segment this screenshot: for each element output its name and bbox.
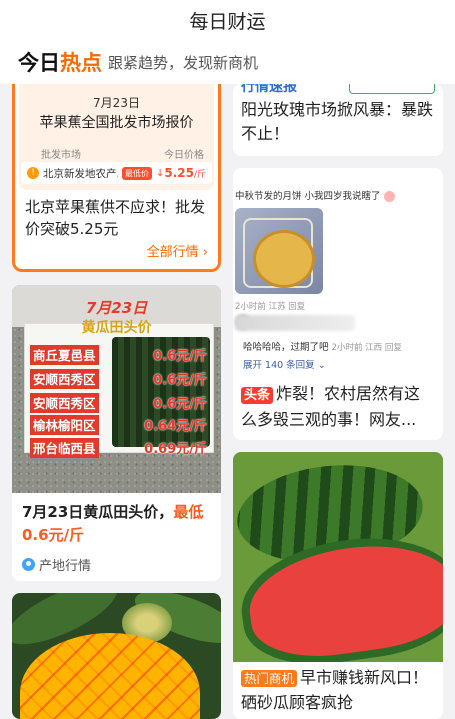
post-header-text: 中秋节发的月饼 小我四岁我说瞎了 (235, 191, 381, 202)
row-price: 0.6元/斤 (153, 397, 207, 412)
location-pin-icon (22, 558, 35, 571)
cucumber-image-date: 7月23日 (85, 299, 148, 317)
expand-replies-link[interactable]: 展开 140 条回复 ⌄ (243, 357, 326, 371)
hot-subtitle: 跟紧趋势，发现新商机 (108, 53, 259, 72)
row-price: 0.64元/斤 (144, 419, 207, 434)
cucumber-image-subtitle: 黄瓜田头价 (81, 320, 152, 336)
chevron-down-icon: ⌄ (317, 360, 326, 371)
chevron-right-icon: › (202, 245, 208, 260)
headline-badge: 头条 (241, 387, 274, 404)
price-title: 苹果蕉全国批发市场报价 (39, 115, 194, 131)
price-unit: /斤 (193, 169, 206, 180)
price-row[interactable]: ! 北京新发地农产... 最低价 ↓ 5.25 /斤 (21, 162, 212, 184)
rose-news-card[interactable]: 行情速报 阳光玫瑰市场掀风暴：暴跌不止！ (233, 84, 443, 156)
cut-mango (20, 633, 200, 719)
down-arrow-icon: ↓ (155, 167, 165, 179)
reply-meta: 2小时前 江西 回复 (331, 343, 402, 353)
all-quotes-link[interactable]: 全部行情 › (147, 241, 208, 260)
watermelon-card[interactable]: 热门商机 早市赚钱新风口！硒砂瓜顾客疯抢 (233, 452, 443, 719)
news-tag: 行情速报 (241, 84, 297, 95)
source-text: 产地行情 (39, 559, 92, 574)
price-list-row: 邢台临西县 0.69元/斤 (30, 438, 207, 458)
cucumber-title: 7月23日黄瓜田头价，最低0.6元/斤 (22, 501, 215, 547)
row-place: 榆林榆阳区 (30, 415, 99, 435)
price-list-row: 榆林榆阳区 0.64元/斤 (30, 415, 207, 435)
hot-title: 今日热点 (18, 47, 102, 77)
post-meta: 2小时前 江苏 回复 (235, 302, 306, 312)
mooncake-title: 头条 炸裂！农村居然有这么多毁三观的事！网友... (241, 382, 435, 432)
mango-card[interactable] (12, 593, 221, 719)
source-label: 产地行情 (22, 555, 91, 574)
hot-opportunity-badge: 热门商机 (241, 670, 298, 687)
tag-outline (349, 84, 435, 94)
emoji-icon (383, 191, 395, 202)
cucumber-price-card[interactable]: 7月23日 黄瓜田头价 商丘夏邑县 0.6元/斤 安顺西秀区 0.6元/斤 安顺西秀… (12, 285, 221, 581)
all-quotes-label: 全部行情 (146, 245, 199, 260)
top-bar: 每日财运 (0, 0, 455, 40)
hot-header: 今日热点 跟紧趋势，发现新商机 (0, 40, 455, 84)
row-place: 安顺西秀区 (30, 369, 99, 389)
market-name: 北京新发地农产... (43, 167, 118, 180)
col-market-header: 批发市场 (41, 150, 81, 161)
row-price: 0.6元/斤 (153, 349, 207, 364)
price-headline: 北京苹果蕉供不应求！批发价突破5.25元 (25, 198, 206, 238)
row-place: 商丘夏邑县 (30, 345, 99, 365)
mooncake-photo (235, 208, 323, 294)
mooncake-shape (253, 230, 315, 288)
price-value: 5.25 (164, 166, 194, 180)
location-icon: ! (27, 167, 39, 179)
banana-price-card[interactable]: 7月23日 苹果蕉全国批发市场报价 批发市场 今日价格 ! 北京新发地农产...… (12, 84, 221, 272)
col-price-header: 今日价格 (164, 150, 204, 161)
reply-line: 哈哈哈哈，过期了吧 2小时前 江西 回复 (243, 339, 402, 353)
watermelon-title: 热门商机 早市赚钱新风口！硒砂瓜顾客疯抢 (241, 666, 435, 715)
watermelon-photo (233, 452, 443, 662)
rose-title: 阳光玫瑰市场掀风暴：暴跌不止！ (241, 100, 434, 143)
row-place: 邢台临西县 (30, 438, 99, 458)
blurred-username (235, 315, 355, 331)
post-header: 中秋节发的月饼 小我四岁我说瞎了 (235, 188, 395, 202)
row-place: 安顺西秀区 (30, 393, 99, 413)
row-price: 0.6元/斤 (153, 373, 207, 388)
price-table-panel: 7月23日 苹果蕉全国批发市场报价 批发市场 今日价格 ! 北京新发地农产...… (19, 84, 214, 190)
price-date: 7月23日 (93, 96, 140, 110)
cucumber-image: 7月23日 黄瓜田头价 商丘夏邑县 0.6元/斤 安顺西秀区 0.6元/斤 安顺西秀… (12, 285, 221, 493)
mango-photo (12, 593, 221, 719)
hot-title-a: 今日 (18, 51, 60, 75)
expand-replies-label: 展开 140 条回复 (243, 360, 315, 371)
price-list-row: 商丘夏邑县 0.6元/斤 (30, 345, 207, 365)
cucumber-title-a: 7月23日黄瓜田头价， (22, 503, 174, 521)
lowest-badge: 最低价 (121, 166, 152, 180)
price-list-row: 安顺西秀区 0.6元/斤 (30, 369, 207, 389)
row-price: 0.69元/斤 (144, 442, 207, 457)
hot-title-b: 热点 (60, 51, 102, 75)
mooncake-news-card[interactable]: 中秋节发的月饼 小我四岁我说瞎了 2小时前 江苏 回复 哈哈哈哈，过期了吧 2小… (233, 168, 443, 440)
price-list-row: 安顺西秀区 0.6元/斤 (30, 393, 207, 413)
page-title: 每日财运 (189, 10, 266, 33)
reply-text: 哈哈哈哈，过期了吧 (243, 342, 329, 353)
